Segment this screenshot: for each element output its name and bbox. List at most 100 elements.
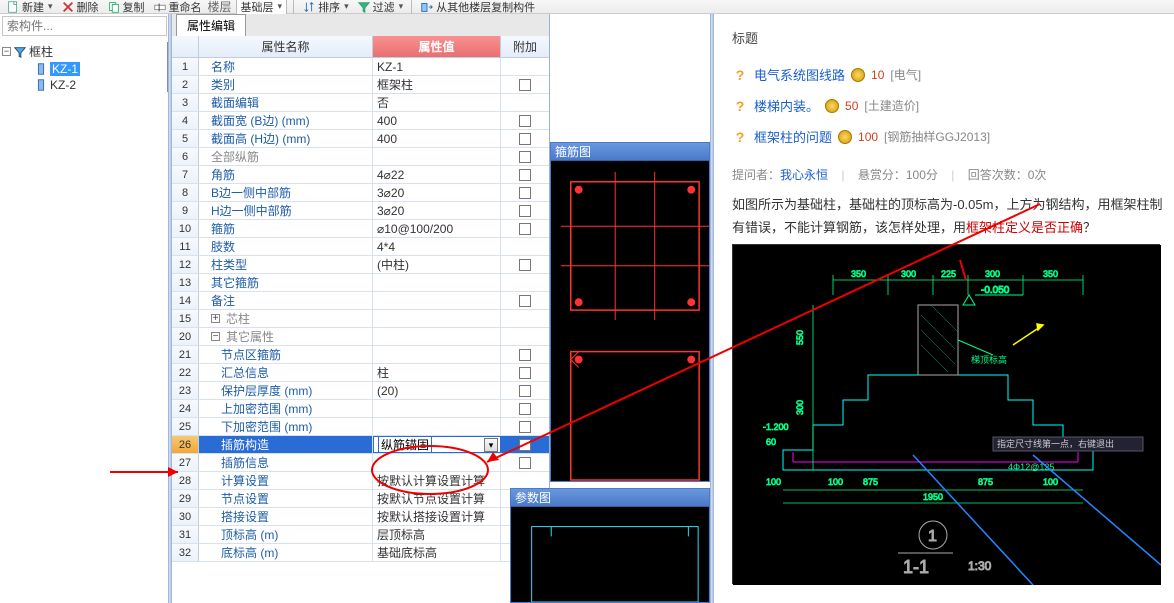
sort-button[interactable]: 排序 [300, 0, 351, 15]
property-value[interactable]: 按默认节点设置计算 [373, 490, 501, 507]
property-value[interactable] [373, 148, 501, 165]
property-value[interactable]: 基础底标高 [373, 544, 501, 561]
property-value[interactable]: 柱 [373, 364, 501, 381]
new-button[interactable]: 新建 [4, 0, 55, 15]
property-value[interactable] [373, 454, 501, 471]
checkbox[interactable] [519, 133, 531, 145]
property-row[interactable]: 10箍筋⌀10@100/200 [172, 220, 549, 238]
checkbox[interactable] [519, 403, 531, 415]
property-row[interactable]: 22汇总信息柱 [172, 364, 549, 382]
checkbox[interactable] [519, 115, 531, 127]
tree-root[interactable]: − 框柱 [2, 42, 169, 61]
property-value[interactable]: 否 [373, 94, 501, 111]
checkbox[interactable] [519, 295, 531, 307]
property-row[interactable]: 20−其它属性 [172, 328, 549, 346]
property-row[interactable]: 14备注 [172, 292, 549, 310]
checkbox[interactable] [519, 151, 531, 163]
property-value[interactable]: 框架柱 [373, 76, 501, 93]
property-row[interactable]: 9H边一侧中部筋3⌀20 [172, 202, 549, 220]
property-row[interactable]: 15+芯柱 [172, 310, 549, 328]
property-row[interactable]: 8B边一侧中部筋3⌀20 [172, 184, 549, 202]
property-value[interactable] [373, 346, 501, 363]
property-value[interactable]: 400 [373, 130, 501, 147]
question-link[interactable]: 电气系统图线路 [754, 65, 845, 84]
stirrup-window-title[interactable]: 箍筋图 [551, 143, 709, 161]
property-row[interactable]: 28计算设置按默认计算设置计算 [172, 472, 549, 490]
copy-button[interactable]: 复制 [105, 0, 147, 15]
checkbox[interactable] [519, 385, 531, 397]
property-row[interactable]: 7角筋4⌀22 [172, 166, 549, 184]
checkbox[interactable] [519, 169, 531, 181]
copy-from-button[interactable]: 从其他楼层复制构件 [418, 0, 537, 15]
property-row[interactable]: 32底标高 (m)基础底标高 [172, 544, 549, 562]
property-value[interactable]: ⌀10@100/200 [373, 220, 501, 237]
property-value[interactable]: 层顶标高 [373, 526, 501, 543]
search-input[interactable] [2, 16, 167, 36]
property-value[interactable] [373, 418, 501, 435]
property-row[interactable]: 12柱类型(中柱) [172, 256, 549, 274]
expand-icon[interactable]: − [2, 47, 11, 56]
property-value[interactable] [373, 274, 501, 291]
property-row[interactable]: 3截面编辑否 [172, 94, 549, 112]
tree-item-kz1[interactable]: KZ-1 [2, 61, 169, 77]
property-row[interactable]: 5截面高 (H边) (mm)400 [172, 130, 549, 148]
dropdown-button[interactable]: ▾ [484, 438, 498, 452]
group-toggle[interactable]: − [211, 332, 220, 341]
property-value[interactable]: 3⌀20 [373, 184, 501, 201]
property-row[interactable]: 24上加密范围 (mm) [172, 400, 549, 418]
property-row[interactable]: 25下加密范围 (mm) [172, 418, 549, 436]
property-row[interactable]: 30搭接设置按默认搭接设置计算 [172, 508, 549, 526]
property-row[interactable]: 21节点区箍筋 [172, 346, 549, 364]
asker-link[interactable]: 我心永恒 [780, 168, 828, 182]
property-value[interactable]: 3⌀20 [373, 202, 501, 219]
property-value[interactable]: (20) [373, 382, 501, 399]
property-row[interactable]: 27插筋信息 [172, 454, 549, 472]
property-row[interactable]: 31顶标高 (m)层顶标高 [172, 526, 549, 544]
checkbox[interactable] [519, 187, 531, 199]
property-row[interactable]: 2类别框架柱 [172, 76, 549, 94]
checkbox[interactable] [519, 79, 531, 91]
checkbox[interactable] [519, 223, 531, 235]
checkbox[interactable] [519, 259, 531, 271]
rename-button[interactable]: 重命名 [151, 0, 204, 15]
checkbox[interactable] [519, 367, 531, 379]
property-row[interactable]: 6全部纵筋 [172, 148, 549, 166]
checkbox[interactable] [519, 439, 531, 451]
property-value[interactable]: 4⌀22 [373, 166, 501, 183]
property-value[interactable]: 4*4 [373, 238, 501, 255]
filter-button[interactable]: 过滤 [355, 0, 406, 15]
tree-item-kz2[interactable]: KZ-2 [2, 77, 169, 93]
checkbox[interactable] [519, 205, 531, 217]
property-value[interactable] [373, 400, 501, 417]
param-window-title[interactable]: 参数图 [511, 489, 709, 507]
stirrup-diagram-window[interactable]: 箍筋图 [550, 142, 710, 482]
extra-cell [501, 58, 549, 75]
property-row[interactable]: 29节点设置按默认节点设置计算 [172, 490, 549, 508]
property-row[interactable]: 13其它箍筋 [172, 274, 549, 292]
param-diagram-window[interactable]: 参数图 [510, 488, 710, 603]
checkbox[interactable] [519, 457, 531, 469]
splitter[interactable] [710, 14, 714, 603]
tab-property-edit[interactable]: 属性编辑 [176, 14, 246, 36]
property-value[interactable]: (中柱) [373, 256, 501, 273]
property-value[interactable] [373, 310, 501, 327]
extra-cell [501, 184, 549, 201]
property-value[interactable]: 纵筋锚固▾ [373, 436, 501, 453]
property-row[interactable]: 1名称KZ-1 [172, 58, 549, 76]
property-value[interactable]: 按默认计算设置计算 [373, 472, 501, 489]
checkbox[interactable] [519, 349, 531, 361]
property-value[interactable]: 按默认搭接设置计算 [373, 508, 501, 525]
property-row[interactable]: 23保护层厚度 (mm)(20) [172, 382, 549, 400]
property-row[interactable]: 4截面宽 (B边) (mm)400 [172, 112, 549, 130]
delete-button[interactable]: 删除 [59, 0, 101, 15]
question-link[interactable]: 楼梯内装。 [754, 96, 819, 115]
property-row[interactable]: 11肢数4*4 [172, 238, 549, 256]
property-value[interactable]: KZ-1 [373, 58, 501, 75]
property-value[interactable] [373, 292, 501, 309]
property-value[interactable] [373, 328, 501, 345]
checkbox[interactable] [519, 421, 531, 433]
question-link[interactable]: 框架柱的问题 [754, 127, 832, 146]
group-toggle[interactable]: + [211, 314, 220, 323]
property-value[interactable]: 400 [373, 112, 501, 129]
property-row[interactable]: 26插筋构造纵筋锚固▾ [172, 436, 549, 454]
